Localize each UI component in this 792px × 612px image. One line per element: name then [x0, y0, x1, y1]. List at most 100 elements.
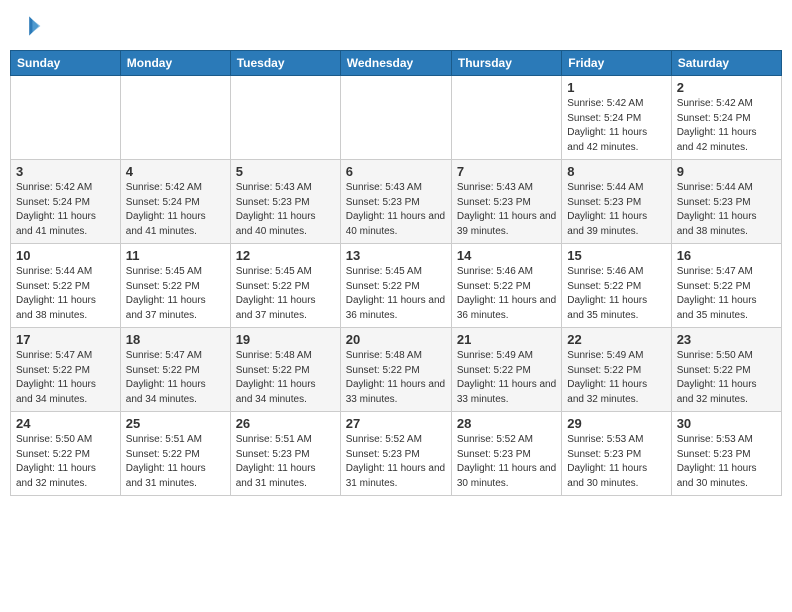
- calendar-cell: 5Sunrise: 5:43 AMSunset: 5:23 PMDaylight…: [230, 160, 340, 244]
- day-info: Sunrise: 5:52 AMSunset: 5:23 PMDaylight:…: [457, 433, 556, 491]
- day-info: Sunrise: 5:43 AMSunset: 5:23 PMDaylight:…: [236, 181, 335, 239]
- calendar-cell: 19 Sunrise: 5:48 AMSunset: 5:22 PMDayligh…: [230, 328, 340, 412]
- day-number: 22: [567, 332, 665, 347]
- day-number: 21: [457, 332, 556, 347]
- weekday-header-saturday: Saturday: [671, 51, 781, 76]
- calendar-cell: 4 Sunrise: 5:42 AMSunset: 5:24 PMDaylight…: [120, 160, 230, 244]
- calendar-week-row: 17 Sunrise: 5:47 AMSunset: 5:22 PMDayligh…: [11, 328, 782, 412]
- day-info: Sunrise: 5:45 AMSunset: 5:22 PMDaylight:…: [126, 265, 225, 323]
- day-number: 17: [16, 332, 115, 347]
- day-number: 18: [126, 332, 225, 347]
- day-number: 4: [126, 164, 225, 179]
- day-info: Sunrise: 5:47 AMSunset: 5:22 PMDaylight:…: [16, 349, 115, 407]
- day-number: 19: [236, 332, 335, 347]
- day-number: 24: [16, 416, 115, 431]
- calendar-cell: 10 Sunrise: 5:44 AMSunset: 5:22 PMDayligh…: [11, 244, 121, 328]
- day-info: Sunrise: 5:44 AMSunset: 5:23 PMDaylight:…: [677, 181, 776, 239]
- day-number: 30: [677, 416, 776, 431]
- weekday-header-row: SundayMondayTuesdayWednesdayThursdayFrid…: [11, 51, 782, 76]
- day-info: Sunrise: 5:50 AMSunset: 5:22 PMDaylight:…: [16, 433, 115, 491]
- day-number: 13: [346, 248, 446, 263]
- day-info: Sunrise: 5:45 AMSunset: 5:22 PMDaylight:…: [346, 265, 446, 323]
- day-number: 11: [126, 248, 225, 263]
- day-number: 7: [457, 164, 556, 179]
- calendar-cell: 11 Sunrise: 5:45 AMSunset: 5:22 PMDayligh…: [120, 244, 230, 328]
- calendar-cell: 13 Sunrise: 5:45 AMSunset: 5:22 PMDayligh…: [340, 244, 451, 328]
- calendar-cell: 25 Sunrise: 5:51 AMSunset: 5:22 PMDayligh…: [120, 412, 230, 496]
- day-number: 9: [677, 164, 776, 179]
- calendar-cell: 15 Sunrise: 5:46 AMSunset: 5:22 PMDayligh…: [562, 244, 671, 328]
- day-number: 26: [236, 416, 335, 431]
- calendar-table: SundayMondayTuesdayWednesdayThursdayFrid…: [10, 50, 782, 496]
- day-info: Sunrise: 5:53 AMSunset: 5:23 PMDaylight:…: [677, 433, 776, 491]
- day-number: 2: [677, 80, 776, 95]
- calendar-week-row: 1 Sunrise: 5:42 AMSunset: 5:24 PMDaylight…: [11, 76, 782, 160]
- calendar-week-row: 3 Sunrise: 5:42 AMSunset: 5:24 PMDaylight…: [11, 160, 782, 244]
- day-info: Sunrise: 5:45 AMSunset: 5:22 PMDaylight:…: [236, 265, 335, 323]
- day-number: 27: [346, 416, 446, 431]
- weekday-header-friday: Friday: [562, 51, 671, 76]
- day-info: Sunrise: 5:46 AMSunset: 5:22 PMDaylight:…: [457, 265, 556, 323]
- day-number: 1: [567, 80, 665, 95]
- day-info: Sunrise: 5:53 AMSunset: 5:23 PMDaylight:…: [567, 433, 665, 491]
- calendar-cell: 26 Sunrise: 5:51 AMSunset: 5:23 PMDayligh…: [230, 412, 340, 496]
- day-info: Sunrise: 5:44 AMSunset: 5:23 PMDaylight:…: [567, 181, 665, 239]
- calendar-cell: [340, 76, 451, 160]
- day-number: 14: [457, 248, 556, 263]
- day-info: Sunrise: 5:42 AMSunset: 5:24 PMDaylight:…: [126, 181, 225, 239]
- day-info: Sunrise: 5:51 AMSunset: 5:22 PMDaylight:…: [126, 433, 225, 491]
- day-number: 10: [16, 248, 115, 263]
- day-info: Sunrise: 5:49 AMSunset: 5:22 PMDaylight:…: [567, 349, 665, 407]
- calendar-cell: 16 Sunrise: 5:47 AMSunset: 5:22 PMDayligh…: [671, 244, 781, 328]
- day-number: 3: [16, 164, 115, 179]
- calendar-cell: 2 Sunrise: 5:42 AMSunset: 5:24 PMDaylight…: [671, 76, 781, 160]
- day-info: Sunrise: 5:46 AMSunset: 5:22 PMDaylight:…: [567, 265, 665, 323]
- calendar-cell: 21Sunrise: 5:49 AMSunset: 5:22 PMDayligh…: [451, 328, 561, 412]
- day-info: Sunrise: 5:42 AMSunset: 5:24 PMDaylight:…: [16, 181, 115, 239]
- day-number: 6: [346, 164, 446, 179]
- day-info: Sunrise: 5:51 AMSunset: 5:23 PMDaylight:…: [236, 433, 335, 491]
- logo-icon: [10, 10, 42, 42]
- calendar-cell: 8 Sunrise: 5:44 AMSunset: 5:23 PMDaylight…: [562, 160, 671, 244]
- weekday-header-monday: Monday: [120, 51, 230, 76]
- calendar-cell: [11, 76, 121, 160]
- calendar-cell: 29Sunrise: 5:53 AMSunset: 5:23 PMDayligh…: [562, 412, 671, 496]
- calendar-cell: 3 Sunrise: 5:42 AMSunset: 5:24 PMDaylight…: [11, 160, 121, 244]
- weekday-header-sunday: Sunday: [11, 51, 121, 76]
- day-number: 8: [567, 164, 665, 179]
- day-info: Sunrise: 5:42 AMSunset: 5:24 PMDaylight:…: [567, 97, 665, 155]
- weekday-header-tuesday: Tuesday: [230, 51, 340, 76]
- day-info: Sunrise: 5:52 AMSunset: 5:23 PMDaylight:…: [346, 433, 446, 491]
- calendar-cell: [230, 76, 340, 160]
- calendar-cell: 14 Sunrise: 5:46 AMSunset: 5:22 PMDayligh…: [451, 244, 561, 328]
- day-info: Sunrise: 5:47 AMSunset: 5:22 PMDaylight:…: [677, 265, 776, 323]
- calendar-cell: 30 Sunrise: 5:53 AMSunset: 5:23 PMDayligh…: [671, 412, 781, 496]
- day-number: 20: [346, 332, 446, 347]
- day-info: Sunrise: 5:43 AMSunset: 5:23 PMDaylight:…: [457, 181, 556, 239]
- day-number: 15: [567, 248, 665, 263]
- calendar-cell: 24 Sunrise: 5:50 AMSunset: 5:22 PMDayligh…: [11, 412, 121, 496]
- day-info: Sunrise: 5:44 AMSunset: 5:22 PMDaylight:…: [16, 265, 115, 323]
- calendar-cell: 9 Sunrise: 5:44 AMSunset: 5:23 PMDaylight…: [671, 160, 781, 244]
- calendar-week-row: 24 Sunrise: 5:50 AMSunset: 5:22 PMDayligh…: [11, 412, 782, 496]
- day-number: 25: [126, 416, 225, 431]
- calendar-cell: 12 Sunrise: 5:45 AMSunset: 5:22 PMDayligh…: [230, 244, 340, 328]
- calendar-cell: 1 Sunrise: 5:42 AMSunset: 5:24 PMDaylight…: [562, 76, 671, 160]
- day-info: Sunrise: 5:48 AMSunset: 5:22 PMDaylight:…: [346, 349, 446, 407]
- calendar-cell: 6 Sunrise: 5:43 AMSunset: 5:23 PMDaylight…: [340, 160, 451, 244]
- day-info: Sunrise: 5:50 AMSunset: 5:22 PMDaylight:…: [677, 349, 776, 407]
- weekday-header-thursday: Thursday: [451, 51, 561, 76]
- calendar-cell: 7 Sunrise: 5:43 AMSunset: 5:23 PMDaylight…: [451, 160, 561, 244]
- day-info: Sunrise: 5:42 AMSunset: 5:24 PMDaylight:…: [677, 97, 776, 155]
- weekday-header-wednesday: Wednesday: [340, 51, 451, 76]
- day-number: 28: [457, 416, 556, 431]
- day-number: 12: [236, 248, 335, 263]
- day-info: Sunrise: 5:43 AMSunset: 5:23 PMDaylight:…: [346, 181, 446, 239]
- page-header: [10, 10, 782, 42]
- calendar-week-row: 10 Sunrise: 5:44 AMSunset: 5:22 PMDayligh…: [11, 244, 782, 328]
- calendar-cell: 23Sunrise: 5:50 AMSunset: 5:22 PMDayligh…: [671, 328, 781, 412]
- calendar-cell: [120, 76, 230, 160]
- day-number: 16: [677, 248, 776, 263]
- calendar-cell: 22 Sunrise: 5:49 AMSunset: 5:22 PMDayligh…: [562, 328, 671, 412]
- day-info: Sunrise: 5:48 AMSunset: 5:22 PMDaylight:…: [236, 349, 335, 407]
